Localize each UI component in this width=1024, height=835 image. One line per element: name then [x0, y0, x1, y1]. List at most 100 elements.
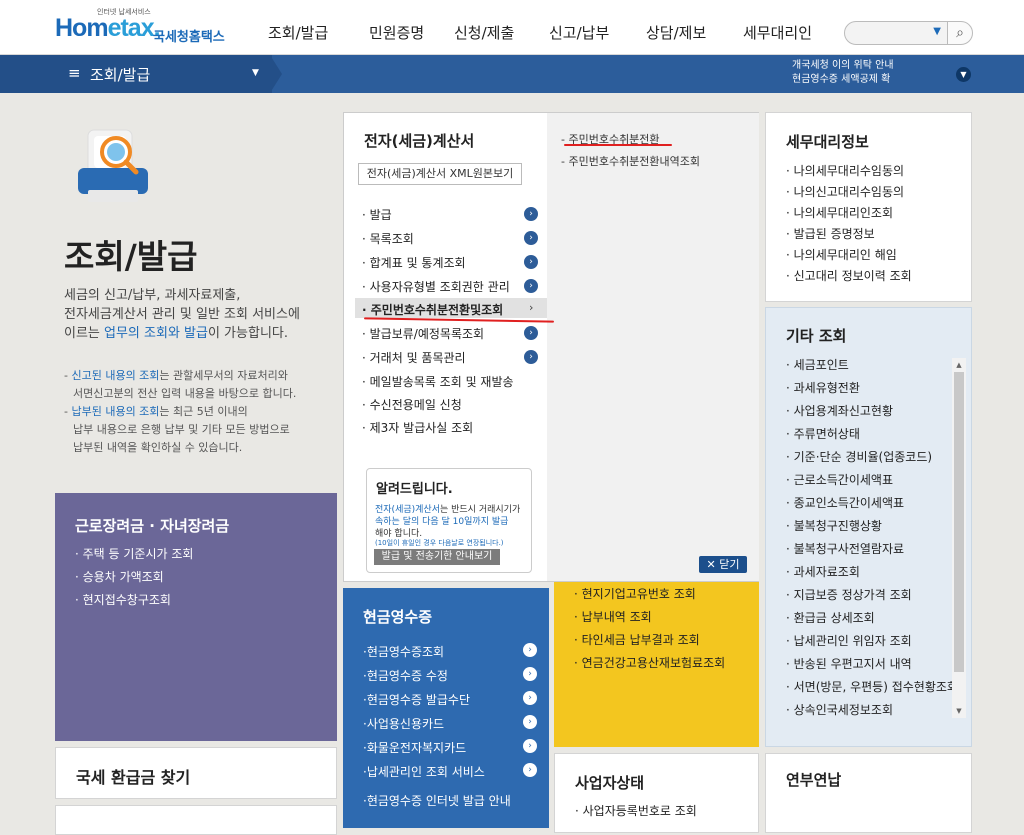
xml-view-button[interactable]: 전자(세금)계산서 XML원본보기 [358, 163, 522, 185]
chevron-down-icon[interactable]: ▼ [956, 67, 971, 82]
incentive-item[interactable]: · 주택 등 기준시가 조회 [75, 545, 193, 562]
chevron-down-icon[interactable]: ▼ [252, 68, 259, 78]
cash-item[interactable]: ·사업용신용카드 [363, 715, 444, 732]
menu-tax-agent[interactable]: 세무대리인 [743, 22, 812, 43]
hometax-logo[interactable]: 인터넷 납세서비스 Hometax. 국세청홈택스 [55, 8, 230, 46]
menu-inquiry[interactable]: 조회/발급 [268, 22, 328, 43]
submenu-conversion-history[interactable]: - 주민번호수취분전환내역조회 [561, 153, 700, 169]
other-inquiry-title[interactable]: 기타 조회 [786, 325, 846, 346]
incentive-item[interactable]: · 현지접수창구조회 [75, 591, 171, 608]
menu-item-list[interactable]: · 목록조회 [362, 230, 414, 247]
other-item[interactable]: · 지급보증 정상가격 조회 [786, 586, 912, 603]
business-status-title[interactable]: 사업자상태 [575, 772, 644, 793]
installment-title[interactable]: 연부연납 [786, 769, 841, 790]
scroll-down-icon[interactable]: ▼ [952, 704, 966, 718]
other-item[interactable]: · 사업용계좌신고현황 [786, 402, 893, 419]
menu-item-mail[interactable]: · 메일발송목록 조회 및 재발송 [362, 373, 514, 390]
other-item[interactable]: · 납세관리인 위임자 조회 [786, 632, 912, 649]
chevron-right-icon[interactable]: › [529, 301, 533, 314]
other-item[interactable]: · 서면(방문, 우편등) 접수현황조회 [786, 678, 952, 695]
agent-item[interactable]: · 나의신고대리수임동의 [786, 183, 904, 200]
chevron-right-icon[interactable]: › [523, 691, 537, 705]
menu-item-issue[interactable]: · 발급 [362, 206, 392, 223]
other-item[interactable]: · 상속인국세정보조회 [786, 701, 893, 718]
search-input[interactable]: ▼ [844, 21, 948, 45]
installment-card: 연부연납 [765, 753, 972, 833]
cash-receipt-title[interactable]: 현금영수증 [363, 606, 432, 627]
scrollbar[interactable]: ▲ ▼ [952, 358, 966, 718]
menu-consult[interactable]: 상담/제보 [646, 22, 706, 43]
menu-item-stats[interactable]: · 합계표 및 통계조회 [362, 254, 466, 271]
business-status-item[interactable]: · 사업자등록번호로 조회 [575, 802, 697, 819]
notice-ticker-1[interactable]: 개국세청 이의 위탁 안내 [792, 56, 894, 71]
section-title[interactable]: 조회/발급 [90, 64, 150, 85]
inquiry-item[interactable]: · 타인세금 납부결과 조회 [574, 631, 700, 648]
chevron-right-icon[interactable]: › [523, 643, 537, 657]
menu-certificate[interactable]: 민원증명 [369, 22, 424, 43]
inquiry-item[interactable]: · 납부내역 조회 [574, 608, 652, 625]
incentive-item[interactable]: · 승용차 가액조회 [75, 568, 164, 585]
menu-item-permissions[interactable]: · 사용자유형별 조회권한 관리 [362, 278, 510, 295]
chevron-right-icon[interactable]: › [524, 350, 538, 364]
page-description: 세금의 신고/납부, 과세자료제출, 전자세금계산서 관리 및 일반 조회 서비… [64, 288, 300, 341]
other-item[interactable]: · 과세자료조회 [786, 563, 860, 580]
tax-agent-title[interactable]: 세무대리정보 [786, 131, 869, 152]
other-item[interactable]: · 환급금 상세조회 [786, 609, 875, 626]
other-item[interactable]: · 과세유형전환 [786, 379, 860, 396]
agent-item[interactable]: · 나의세무대리수임동의 [786, 162, 904, 179]
cash-item[interactable]: ·현금영수증 수정 [363, 667, 448, 684]
refund-card[interactable]: 국세 환급금 찾기 [55, 747, 337, 799]
other-inquiry-card: 기타 조회 · 세금포인트 · 과세유형전환 · 사업용계좌신고현황 · 주류면… [765, 307, 972, 747]
notice-text: 전자(세금)계산서는 반드시 거래시기가 속하는 달의 다음 달 10일까지 발… [375, 505, 521, 539]
notice-ticker-2[interactable]: 현금영수증 세액공제 확 [792, 70, 890, 85]
note-reported: - 신고된 내용의 조회는 관할세무서의 자료처리와 서면신고분의 전산 입력 … [64, 369, 297, 400]
cash-item[interactable]: ·화물운전자복지카드 [363, 739, 466, 756]
menu-item-resident-conversion[interactable]: · 주민번호수취분전환및조회 [362, 301, 503, 318]
menu-item-receive-mail[interactable]: · 수신전용메일 신청 [362, 396, 462, 413]
inquiry-item[interactable]: · 현지기업고유번호 조회 [574, 585, 696, 602]
chevron-right-icon[interactable]: › [524, 231, 538, 245]
other-item[interactable]: · 불복청구사전열람자료 [786, 540, 904, 557]
menu-apply[interactable]: 신청/제출 [454, 22, 514, 43]
cash-item[interactable]: ·현금영수증 발급수단 [363, 691, 470, 708]
hamburger-icon[interactable]: ≡ [68, 64, 81, 82]
inquiry-item[interactable]: · 연금건강고용산재보험료조회 [574, 654, 725, 671]
incentive-title[interactable]: 근로장려금 · 자녀장려금 [75, 515, 229, 536]
close-button[interactable]: ✕ 닫기 [699, 556, 747, 573]
chevron-right-icon[interactable]: › [523, 667, 537, 681]
agent-item[interactable]: · 나의세무대리인조회 [786, 204, 893, 221]
red-underline-annotation [564, 144, 672, 146]
agent-item[interactable]: · 발급된 증명정보 [786, 225, 875, 242]
other-item[interactable]: · 주류면허상태 [786, 425, 860, 442]
other-item[interactable]: · 반송된 우편고지서 내역 [786, 655, 912, 672]
notice-title: 알려드립니다. [376, 482, 453, 497]
chevron-right-icon[interactable]: › [524, 326, 538, 340]
cash-item[interactable]: ·현금영수증조회 [363, 643, 444, 660]
menu-item-partners[interactable]: · 거래처 및 품목관리 [362, 349, 466, 366]
chevron-right-icon[interactable]: › [523, 739, 537, 753]
refund-title[interactable]: 국세 환급금 찾기 [76, 764, 190, 788]
chevron-right-icon[interactable]: › [524, 255, 538, 269]
dropdown-title: 전자(세금)계산서 [364, 132, 475, 150]
other-item[interactable]: · 세금포인트 [786, 356, 849, 373]
menu-item-third-party[interactable]: · 제3자 발급사실 조회 [362, 419, 473, 436]
other-item[interactable]: · 종교인소득간이세액표 [786, 494, 904, 511]
other-item[interactable]: · 기준·단순 경비율(업종코드) [786, 448, 932, 465]
chevron-right-icon[interactable]: › [523, 763, 537, 777]
chevron-down-icon[interactable]: ▼ [933, 26, 941, 37]
deadline-guide-button[interactable]: 발급 및 전송기한 안내보기 [374, 549, 500, 565]
scrollbar-thumb[interactable] [954, 372, 964, 672]
other-item[interactable]: · 불복청구진행상황 [786, 517, 882, 534]
agent-item[interactable]: · 신고대리 정보이력 조회 [786, 267, 912, 284]
cash-item[interactable]: ·납세관리인 조회 서비스 [363, 763, 485, 780]
scroll-up-icon[interactable]: ▲ [952, 358, 966, 372]
menu-report-pay[interactable]: 신고/납부 [549, 22, 609, 43]
chevron-right-icon[interactable]: › [523, 715, 537, 729]
chevron-right-icon[interactable]: › [524, 279, 538, 293]
chevron-right-icon[interactable]: › [524, 207, 538, 221]
agent-item[interactable]: · 나의세무대리인 해임 [786, 246, 897, 263]
cash-item[interactable]: ·현금영수증 인터넷 발급 안내 [363, 792, 511, 809]
other-item[interactable]: · 근로소득간이세액표 [786, 471, 893, 488]
search-icon[interactable]: ⌕ [947, 21, 973, 45]
menu-item-pending[interactable]: · 발급보류/예정목록조회 [362, 325, 484, 342]
